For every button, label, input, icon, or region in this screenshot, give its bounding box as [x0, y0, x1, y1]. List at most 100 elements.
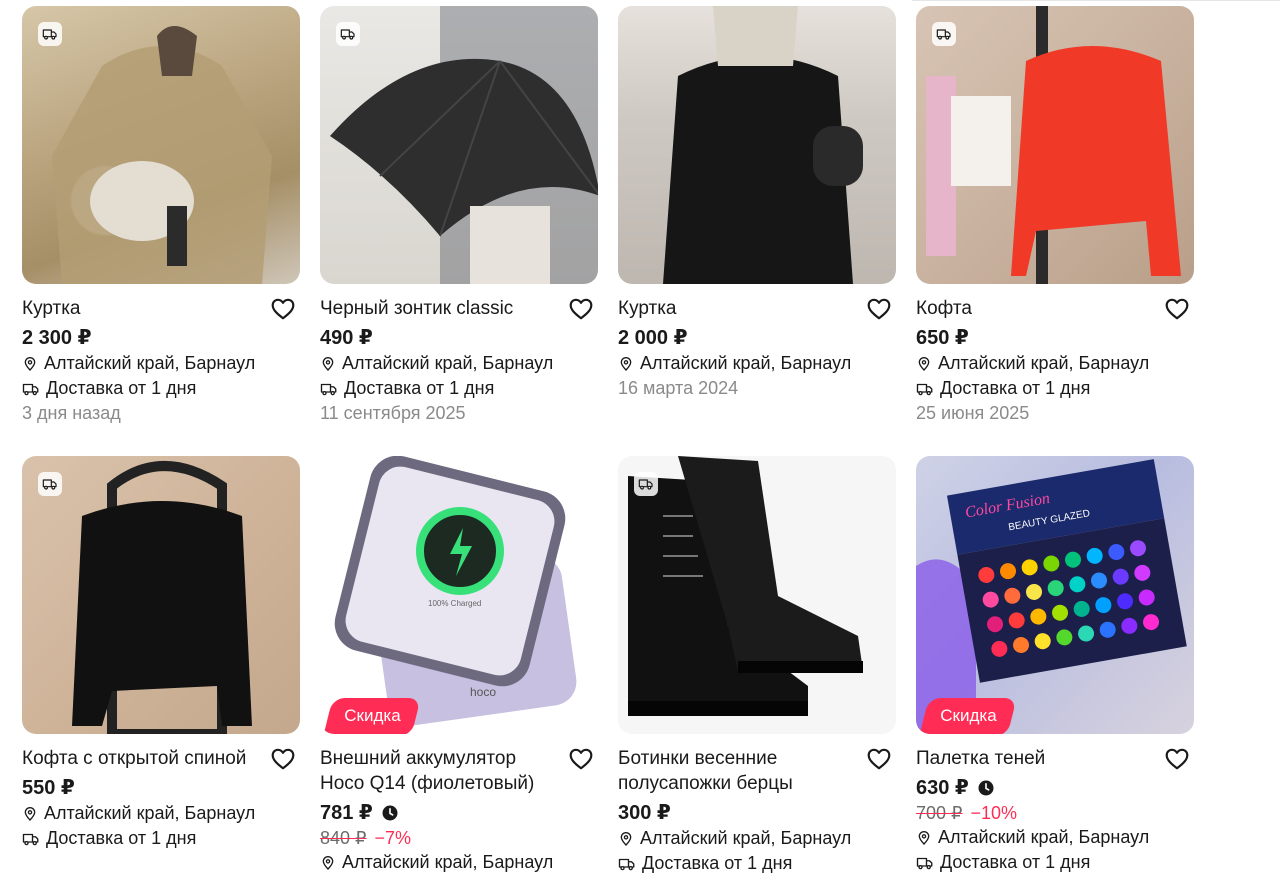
- product-title[interactable]: Внешний аккумулятор Hoco Q14 (фиолетовый…: [320, 746, 556, 796]
- product-image[interactable]: [618, 6, 896, 284]
- location-text: Алтайский край, Барнаул: [938, 827, 1150, 847]
- product-title[interactable]: Кофта с открытой спиной: [22, 746, 258, 771]
- product-card[interactable]: 100% Charged hoco Скидка Внешний аккумул…: [320, 456, 598, 875]
- heart-icon[interactable]: [866, 296, 892, 322]
- location: Алтайский край, Барнаул: [916, 351, 1194, 376]
- product-price: 650 ₽: [916, 327, 969, 349]
- discount-percent: −7%: [374, 828, 412, 848]
- product-title[interactable]: Ботинки весенние полусапожки берцы: [618, 746, 854, 796]
- product-card[interactable]: Куртка 2 000 ₽ Алтайский край, Барнаул 1…: [618, 6, 896, 401]
- location-text: Алтайский край, Барнаул: [640, 828, 852, 848]
- delivery-truck-icon: [916, 854, 934, 872]
- posted-date: 11 сентября 2025: [320, 403, 466, 423]
- location: Алтайский край, Барнаул: [22, 351, 300, 376]
- product-title[interactable]: Кофта: [916, 296, 1152, 321]
- product-photo: [663, 6, 863, 284]
- heart-icon[interactable]: [270, 296, 296, 322]
- powerbank-brand-text: hoco: [470, 685, 496, 699]
- location: Алтайский край, Барнаул: [618, 826, 896, 851]
- delivery-info: Доставка от 1 дня: [320, 376, 598, 401]
- delivery-text: Доставка от 1 дня: [940, 852, 1091, 872]
- product-image[interactable]: [22, 456, 300, 734]
- product-image[interactable]: Color Fusion BEAUTY GLAZED Скидка: [916, 456, 1194, 734]
- location: Алтайский край, Барнаул: [618, 351, 896, 376]
- product-title[interactable]: Куртка: [618, 296, 854, 321]
- product-title[interactable]: Черный зонтик classic: [320, 296, 556, 321]
- product-photo: [628, 456, 863, 716]
- product-card[interactable]: Color Fusion BEAUTY GLAZED Скидка Палетк…: [916, 456, 1194, 875]
- product-price: 2 300 ₽: [22, 327, 92, 349]
- product-image[interactable]: [618, 456, 896, 734]
- powerbank-status-text: 100% Charged: [428, 599, 481, 608]
- location-text: Алтайский край, Барнаул: [938, 353, 1150, 373]
- delivery-text: Доставка от 1 дня: [940, 378, 1091, 398]
- heart-icon[interactable]: [1164, 746, 1190, 772]
- delivery-info: Доставка от 1 дня: [618, 851, 896, 876]
- product-price: 630 ₽: [916, 777, 969, 799]
- heart-icon[interactable]: [270, 746, 296, 772]
- location-pin-icon: [320, 855, 336, 871]
- delivery-info: Доставка от 1 дня: [22, 376, 300, 401]
- location: Алтайский край, Барнаул: [22, 801, 300, 826]
- location: Алтайский край, Барнаул: [916, 825, 1194, 850]
- clock-icon: [381, 804, 399, 822]
- delivery-truck-icon: [42, 26, 58, 42]
- product-title[interactable]: Палетка теней: [916, 746, 1152, 771]
- product-price: 490 ₽: [320, 327, 373, 349]
- delivery-badge: [336, 22, 360, 46]
- product-card[interactable]: Куртка 2 300 ₽ Алтайский край, Барнаул Д…: [22, 6, 300, 426]
- delivery-truck-icon: [936, 26, 952, 42]
- product-card[interactable]: Кофта 650 ₽ Алтайский край, Барнаул Дост…: [916, 6, 1194, 426]
- delivery-truck-icon: [618, 855, 636, 873]
- posted-date: 16 марта 2024: [618, 378, 739, 398]
- product-card[interactable]: Черный зонтик classic 490 ₽ Алтайский кр…: [320, 6, 598, 426]
- location: Алтайский край, Барнаул: [320, 351, 598, 376]
- location-text: Алтайский край, Барнаул: [342, 353, 554, 373]
- delivery-truck-icon: [638, 476, 654, 492]
- delivery-text: Доставка от 1 дня: [46, 828, 197, 848]
- product-card[interactable]: Ботинки весенние полусапожки берцы 300 ₽…: [618, 456, 896, 876]
- product-photo: 100% Charged hoco: [334, 456, 577, 726]
- location-pin-icon: [22, 356, 38, 372]
- posted-date: 25 июня 2025: [916, 403, 1030, 423]
- old-price: 840 ₽: [320, 828, 367, 848]
- header-divider: [912, 0, 1280, 1]
- heart-icon[interactable]: [1164, 296, 1190, 322]
- sale-badge: Скидка: [919, 698, 1018, 734]
- delivery-text: Доставка от 1 дня: [642, 853, 793, 873]
- location-pin-icon: [916, 830, 932, 846]
- delivery-badge: [634, 472, 658, 496]
- sale-badge-label: Скидка: [344, 706, 401, 725]
- delivery-truck-icon: [340, 26, 356, 42]
- delivery-truck-icon: [320, 380, 338, 398]
- product-title[interactable]: Куртка: [22, 296, 258, 321]
- product-image[interactable]: 100% Charged hoco Скидка: [320, 456, 598, 734]
- location-pin-icon: [916, 356, 932, 372]
- product-photo: [330, 6, 598, 284]
- product-image[interactable]: [22, 6, 300, 284]
- product-image[interactable]: [916, 6, 1194, 284]
- product-photo: [52, 26, 272, 284]
- product-image[interactable]: [320, 6, 598, 284]
- heart-icon[interactable]: [866, 746, 892, 772]
- heart-icon[interactable]: [568, 296, 594, 322]
- location-pin-icon: [618, 356, 634, 372]
- delivery-text: Доставка от 1 дня: [46, 378, 197, 398]
- location-pin-icon: [22, 806, 38, 822]
- location-pin-icon: [618, 831, 634, 847]
- heart-icon[interactable]: [568, 746, 594, 772]
- clock-icon: [977, 779, 995, 797]
- product-card[interactable]: Кофта с открытой спиной 550 ₽ Алтайский …: [22, 456, 300, 851]
- delivery-badge: [38, 22, 62, 46]
- sale-badge-label: Скидка: [940, 706, 997, 725]
- delivery-truck-icon: [22, 830, 40, 848]
- product-price: 300 ₽: [618, 802, 671, 824]
- location: Алтайский край, Барнаул: [320, 850, 598, 875]
- delivery-truck-icon: [22, 380, 40, 398]
- posted-date: 3 дня назад: [22, 403, 121, 423]
- location-text: Алтайский край, Барнаул: [44, 803, 256, 823]
- product-price: 2 000 ₽: [618, 327, 688, 349]
- product-photo: [926, 6, 1181, 284]
- sale-badge: Скидка: [323, 698, 422, 734]
- product-price: 781 ₽: [320, 802, 373, 824]
